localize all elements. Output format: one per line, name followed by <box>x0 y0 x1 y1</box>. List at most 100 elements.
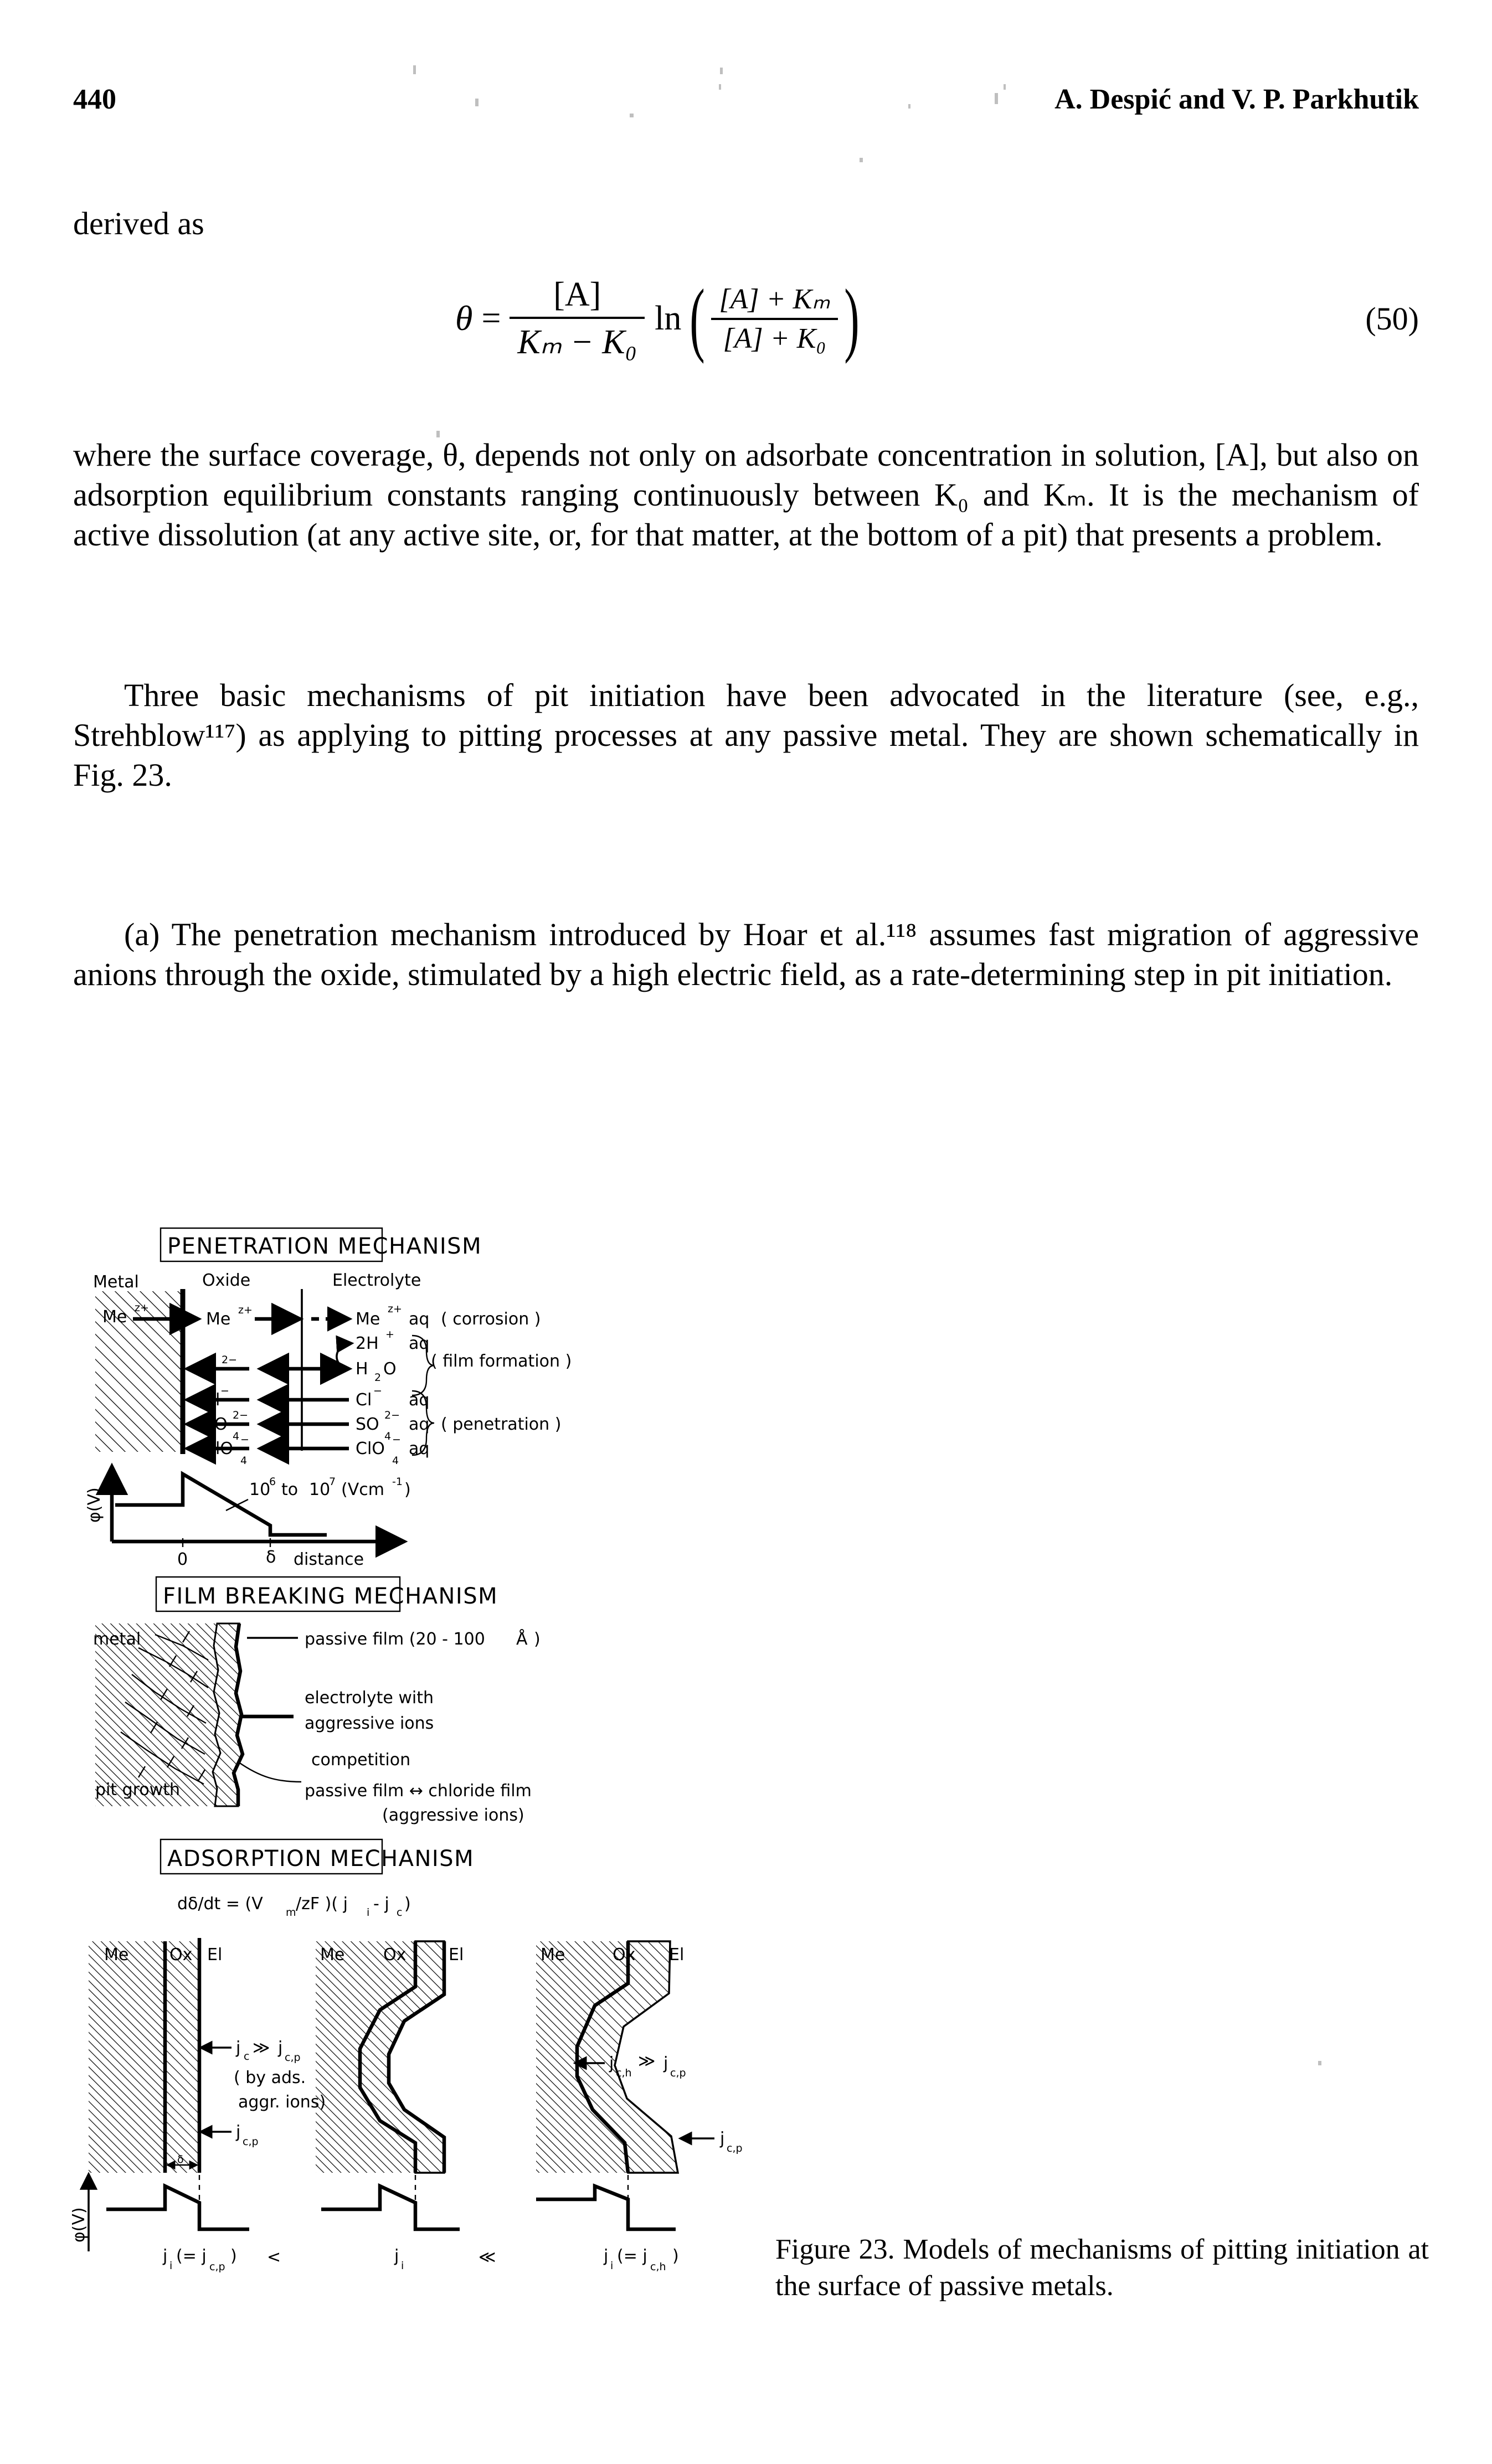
figure-23: .hl{font-family:"DejaVu Sans",sans-serif… <box>72 1224 809 2337</box>
electrolyte-species-2h: 2H <box>356 1334 379 1353</box>
panel3-annotation-jcp: j c,p <box>719 2129 743 2154</box>
right-paren: ) <box>843 272 860 364</box>
inner-numerator: [A] + Kₘ <box>719 283 830 315</box>
svg-text:−: − <box>373 1385 382 1397</box>
adsorption-panel-2: Me Ox El j i ≪ <box>316 1940 496 2272</box>
svg-text:10: 10 <box>309 1480 330 1499</box>
equation-lhs: θ <box>455 298 473 338</box>
panel1-label-ox: Ox <box>169 1945 192 1965</box>
electrolyte-species-so4: SO <box>356 1415 379 1434</box>
svg-text:to: to <box>281 1480 298 1499</box>
panel1-label-me: Me <box>104 1945 128 1965</box>
prefactor-numerator: [A] <box>553 275 601 313</box>
relation-lt: < <box>267 2248 281 2267</box>
film-breaking-title-text: FILM BREAKING MECHANISM <box>163 1584 498 1609</box>
figure-caption: Figure 23. Models of mechanisms of pitti… <box>775 2234 1429 2302</box>
svg-text:c,h: c,h <box>650 2261 666 2273</box>
lead-in-line: derived as <box>73 205 204 241</box>
svg-text:- j: - j <box>373 1894 389 1914</box>
svg-text:-1: -1 <box>392 1476 403 1488</box>
panel2-bottom-label: j i <box>394 2246 404 2272</box>
svg-text:j: j <box>609 2054 614 2073</box>
svg-text:): ) <box>534 1630 541 1649</box>
natural-log-operator: ln <box>655 299 682 337</box>
svg-text:4: 4 <box>240 1455 247 1467</box>
film-breaking-title-box: FILM BREAKING MECHANISM <box>155 1576 498 1612</box>
label-metal-fb: metal <box>93 1630 141 1649</box>
plot-xaxis-label: distance <box>294 1550 364 1569</box>
svg-text:≫: ≫ <box>638 2051 655 2071</box>
label-electrolyte: Electrolyte <box>332 1271 421 1290</box>
svg-text:j: j <box>719 2129 724 2148</box>
panel1-annotation-jcp: j c,p <box>235 2122 259 2148</box>
oxide-species-me: Me <box>206 1310 230 1329</box>
electrolyte-species-clo4: ClO <box>356 1439 385 1458</box>
plot-xtick-0: 0 <box>177 1550 188 1569</box>
svg-text:δ: δ <box>177 2153 184 2166</box>
aq-5: aq <box>409 1439 429 1458</box>
svg-text:c,p: c,p <box>243 2136 259 2148</box>
plot-xtick-delta: δ <box>266 1548 276 1567</box>
callout-passive-chloride: passive film ↔ chloride film <box>305 1781 532 1801</box>
svg-text:≫: ≫ <box>253 2038 270 2058</box>
potential-profile-plot: φ(V) 0 δ distance 10 6 to 10 7 (Vcm -1 ) <box>85 1462 411 1569</box>
equation-expression: θ = [A] Kₘ − K₀ ln ( [A] + Kₘ [A] + K₀ ) <box>455 266 866 371</box>
oxide-species-so4: SO <box>204 1415 228 1434</box>
running-head-authors: A. Despić and V. P. Parkhutik <box>1054 84 1419 115</box>
adsorption-title-box: ADSORPTION MECHANISM <box>160 1838 474 1875</box>
svg-text:z+: z+ <box>388 1303 402 1315</box>
adsorption-equation: dδ/dt = (V m /zF )( j i - j c ) <box>177 1894 411 1919</box>
row-cl: Cl − Cl − aq <box>183 1383 429 1416</box>
svg-text:/zF )( j: /zF )( j <box>296 1894 348 1914</box>
relation-llt: ≪ <box>479 2248 496 2267</box>
svg-text:j: j <box>603 2246 608 2266</box>
svg-text:c: c <box>397 1906 402 1919</box>
equation-equals: = <box>481 299 501 337</box>
panel3-label-el: El <box>669 1945 684 1965</box>
paragraph-2: Three basic mechanisms of pit initiation… <box>73 677 1419 793</box>
oxide-species-o: O <box>204 1359 217 1379</box>
panel3-bottom-label: j i (= j c,h ) <box>603 2246 679 2273</box>
svg-text:O: O <box>383 1359 397 1379</box>
panel1-label-el: El <box>207 1945 222 1965</box>
penetration-title-text: PENETRATION MECHANISM <box>167 1234 482 1259</box>
svg-text:−: − <box>392 1434 401 1446</box>
adsorption-panel-3: Me Ox El j c,h ≫ j c,p j c,p j i (= j c,… <box>536 1940 743 2273</box>
svg-text:−: − <box>220 1385 229 1397</box>
svg-text:): ) <box>404 1894 411 1914</box>
label-pit-growth: pit growth <box>95 1780 180 1800</box>
plot-yaxis-label: φ(V) <box>85 1487 104 1523</box>
panel1-note-aggr-ions: aggr. ions) <box>238 2092 326 2112</box>
svg-text:2−: 2− <box>222 1354 237 1366</box>
svg-text:−: − <box>240 1434 249 1446</box>
note-penetration: ( penetration ) <box>441 1415 561 1434</box>
svg-text:c: c <box>244 2050 249 2063</box>
note-film-formation: ( film formation ) <box>431 1352 572 1371</box>
svg-text:j: j <box>277 2038 282 2058</box>
callout-electrolyte-with: electrolyte with <box>305 1688 434 1708</box>
svg-text:4: 4 <box>233 1430 239 1442</box>
electrolyte-species-me: Me <box>356 1310 380 1329</box>
panel1-annotation-jc: j c ≫ j c,p <box>235 2038 301 2064</box>
svg-text:z+: z+ <box>238 1304 253 1316</box>
panel2-label-el: El <box>449 1945 464 1965</box>
svg-text:c,p: c,p <box>285 2051 301 2064</box>
panel3-label-me: Me <box>541 1945 565 1965</box>
svg-text:4: 4 <box>392 1455 399 1467</box>
svg-text:j: j <box>162 2246 167 2266</box>
label-metal: Metal <box>93 1272 139 1292</box>
oxide-species-clo4: ClO <box>204 1439 233 1458</box>
svg-text:c,p: c,p <box>727 2142 743 2154</box>
svg-text:i: i <box>169 2260 172 2272</box>
panel1-yaxis: φ(V) <box>72 2207 89 2243</box>
svg-text:j: j <box>663 2054 668 2073</box>
panel1-bottom-label: j i (= j c,p ) <box>162 2246 237 2273</box>
svg-text:): ) <box>230 2246 237 2266</box>
panel3-label-ox: Ox <box>613 1945 635 1965</box>
running-head: 440 A. Despić and V. P. Parkhutik <box>0 83 1492 122</box>
inner-denominator: [A] + K₀ <box>723 322 826 354</box>
callout-aggr-ions-paren: (aggressive ions) <box>382 1806 524 1825</box>
paragraph-3: (a) The penetration mechanism introduced… <box>73 916 1419 992</box>
adsorption-title-text: ADSORPTION MECHANISM <box>167 1846 474 1872</box>
svg-text:10: 10 <box>249 1480 270 1499</box>
